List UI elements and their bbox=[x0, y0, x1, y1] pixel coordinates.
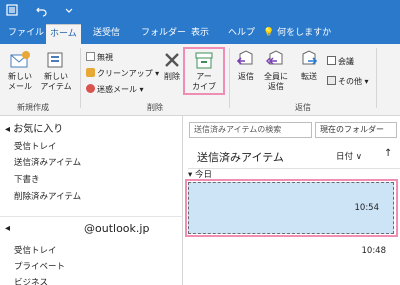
message-time: 10:54 bbox=[354, 203, 380, 213]
folder-pane: ◂ お気に入り 受信トレイ 送信済みアイテム 下書き 削除済みアイテム ◂ @o… bbox=[0, 116, 183, 285]
meeting-label: 会議 bbox=[338, 57, 354, 66]
search-input[interactable]: 送信済みアイテムの検索 bbox=[189, 122, 312, 138]
more-respond-button[interactable]: その他 ▾ bbox=[327, 76, 369, 87]
title-bar bbox=[0, 0, 400, 20]
sort-direction-button[interactable]: ↑ bbox=[384, 148, 392, 159]
junk-label: 迷惑メール bbox=[97, 85, 137, 94]
archive-highlight bbox=[183, 47, 225, 95]
ribbon-tabs: ファイル ホーム 送受信 フォルダー 表示 ヘルプ 💡 何をしますか bbox=[0, 20, 400, 44]
tab-folder[interactable]: フォルダー bbox=[137, 24, 190, 44]
message-list-pane: 送信済みアイテムの検索 現在のフォルダー 送信済みアイテム 日付 ∨ ↑ ▾ 今… bbox=[183, 116, 400, 285]
tab-file[interactable]: ファイル bbox=[4, 24, 48, 44]
reply-label: 返信 bbox=[238, 72, 254, 81]
reply-all-label: 全員に 返信 bbox=[264, 72, 288, 91]
ribbon-separator bbox=[229, 48, 230, 108]
chevron-down-icon[interactable] bbox=[62, 3, 76, 17]
tell-me-label: 何をしますか bbox=[277, 28, 332, 38]
cleanup-label: クリーンアップ bbox=[97, 69, 153, 78]
forward-icon bbox=[302, 50, 318, 65]
new-mail-icon bbox=[10, 51, 30, 68]
cleanup-button[interactable]: クリーンアップ ▾ bbox=[86, 68, 159, 79]
ignore-icon bbox=[86, 52, 95, 61]
folder-inbox[interactable]: 受信トレイ bbox=[14, 140, 57, 152]
new-items-label: 新しい アイテム bbox=[40, 72, 72, 91]
account-folder-private[interactable]: プライベート bbox=[14, 260, 65, 272]
meeting-icon bbox=[327, 56, 336, 65]
favorites-label: お気に入り bbox=[13, 124, 64, 135]
delete-label: 削除 bbox=[164, 72, 180, 81]
tell-me-box[interactable]: 💡 何をしますか bbox=[263, 24, 331, 42]
favorites-header[interactable]: ◂ お気に入り bbox=[5, 120, 63, 135]
search-scope-label: 現在のフォルダー bbox=[320, 125, 384, 134]
tab-home[interactable]: ホーム bbox=[46, 24, 81, 44]
group-label-delete: 削除 bbox=[147, 103, 163, 112]
collapse-arrow-icon: ◂ bbox=[5, 223, 11, 234]
more-icon bbox=[327, 76, 336, 85]
ribbon-separator bbox=[376, 48, 377, 108]
new-items-icon bbox=[47, 52, 63, 68]
sort-by-label: 日付 bbox=[336, 152, 354, 162]
ribbon-separator bbox=[80, 48, 81, 108]
search-scope-select[interactable]: 現在のフォルダー bbox=[315, 122, 397, 138]
group-label-respond: 返信 bbox=[295, 103, 311, 112]
cleanup-icon bbox=[86, 68, 95, 77]
message-item[interactable]: 10:48 bbox=[188, 234, 400, 280]
account-email: @outlook.jp bbox=[84, 222, 150, 235]
tab-send-receive[interactable]: 送受信 bbox=[89, 24, 124, 44]
reply-all-button[interactable]: 全員に 返信 bbox=[262, 50, 290, 92]
reply-icon bbox=[236, 50, 253, 65]
sort-by-dropdown[interactable]: 日付 ∨ bbox=[336, 150, 362, 162]
lightbulb-icon: 💡 bbox=[263, 28, 275, 38]
tab-view[interactable]: 表示 bbox=[187, 24, 213, 44]
reply-button[interactable]: 返信 bbox=[233, 50, 259, 82]
tab-help[interactable]: ヘルプ bbox=[224, 24, 259, 44]
ignore-label: 無視 bbox=[97, 53, 113, 62]
reply-all-icon bbox=[266, 50, 283, 65]
outlook-app-icon[interactable] bbox=[5, 3, 19, 17]
junk-button[interactable]: 迷惑メール ▾ bbox=[86, 84, 144, 95]
folder-sent-items[interactable]: 送信済みアイテム bbox=[14, 156, 81, 168]
folder-deleted-items[interactable]: 削除済みアイテム bbox=[14, 190, 81, 202]
account-header[interactable]: ◂ bbox=[5, 223, 10, 234]
more-label: その他 bbox=[338, 77, 362, 86]
folder-drafts[interactable]: 下書き bbox=[14, 173, 40, 185]
new-mail-button[interactable]: 新しい メール bbox=[4, 50, 36, 92]
message-time: 10:48 bbox=[361, 246, 387, 256]
delete-icon bbox=[165, 53, 179, 67]
ribbon: 新しい メール 新しい アイテム 新規作成 無視 クリーンアップ ▾ 迷惑メール… bbox=[0, 44, 400, 116]
junk-icon bbox=[86, 84, 95, 93]
collapse-arrow-icon: ◂ bbox=[5, 124, 11, 135]
folder-title: 送信済みアイテム bbox=[197, 151, 284, 164]
new-items-button[interactable]: 新しい アイテム bbox=[38, 50, 74, 92]
meeting-button[interactable]: 会議 bbox=[327, 56, 354, 67]
account-folder-inbox[interactable]: 受信トレイ bbox=[14, 244, 57, 256]
delete-button[interactable]: 削除 bbox=[160, 50, 184, 82]
account-folder-business[interactable]: ビジネス bbox=[14, 276, 48, 285]
group-label-new: 新規作成 bbox=[17, 103, 49, 112]
ignore-button[interactable]: 無視 bbox=[86, 52, 113, 63]
forward-button[interactable]: 転送 bbox=[296, 50, 322, 82]
pane-divider bbox=[0, 216, 183, 217]
forward-label: 転送 bbox=[301, 72, 317, 81]
undo-icon[interactable] bbox=[35, 3, 49, 17]
new-mail-label: 新しい メール bbox=[8, 72, 32, 91]
message-item[interactable]: 10:54 bbox=[188, 182, 394, 234]
